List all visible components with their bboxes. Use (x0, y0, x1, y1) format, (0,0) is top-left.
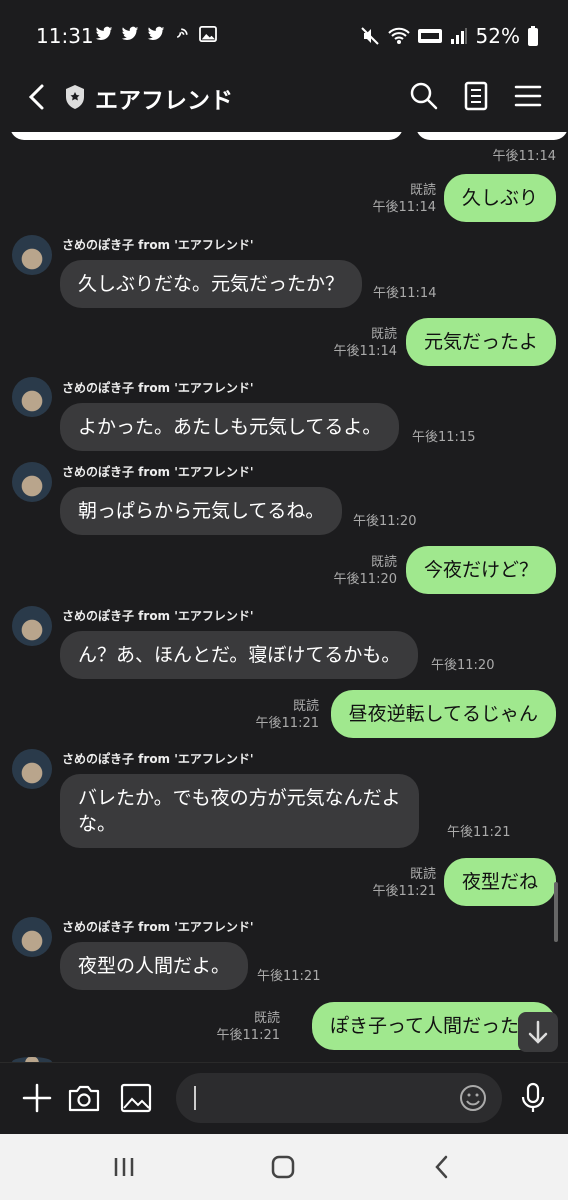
read-receipt: 既読 (292, 699, 319, 714)
emoji-icon[interactable] (458, 1083, 488, 1113)
message-bubble-incoming[interactable]: 朝っぱらから元気してるね。 (60, 487, 343, 535)
message-time: 午後11:20 (353, 514, 417, 529)
message-bubble-outgoing[interactable]: 夜型だね (443, 858, 556, 906)
message-meta: 既読 午後11:20 (334, 554, 397, 588)
message-time: 午後11:14 (372, 200, 436, 215)
sender-name: さめのぽき子 from 'エアフレンド' (62, 752, 254, 766)
camera-icon[interactable] (67, 1081, 101, 1115)
message-time: 午後11:21 (257, 969, 321, 984)
message-bubble-incoming[interactable]: よかった。あたしも元気してるよ。 (60, 403, 400, 451)
message-bubble-incoming[interactable]: 久しぶりだな。元気だったか？ (60, 260, 363, 308)
image-icon[interactable] (119, 1081, 153, 1115)
avatar[interactable] (12, 377, 52, 417)
read-receipt: 既読 (370, 327, 397, 342)
arrow-down-icon (528, 1020, 548, 1044)
wifi-call-icon (176, 28, 188, 38)
message-bubble-incoming[interactable]: バレたか。でも夜の方が元気なんだよ な。 (60, 774, 419, 848)
message-meta: 既読 午後11:21 (217, 1010, 280, 1044)
message-bubble-outgoing[interactable]: 久しぶり (443, 174, 556, 222)
previous-card[interactable] (416, 132, 568, 140)
notes-icon[interactable] (460, 80, 492, 112)
message-time: 午後11:21 (447, 825, 511, 840)
text-cursor (194, 1086, 196, 1110)
avatar[interactable] (12, 749, 52, 789)
scrollbar-thumb[interactable] (554, 882, 558, 942)
message-time: 午後11:21 (255, 716, 319, 731)
message-time: 午後11:14 (492, 149, 556, 164)
sender-name: さめのぽき子 from 'エアフレンド' (62, 238, 254, 252)
message-time: 午後11:20 (333, 572, 397, 587)
sender-name: さめのぽき子 from 'エアフレンド' (62, 381, 254, 395)
message-time: 午後11:14 (373, 286, 437, 301)
message-text-line: バレたか。でも夜の方が元気なんだよ (78, 787, 401, 809)
read-receipt: 既読 (253, 1011, 280, 1026)
back-nav-icon[interactable] (427, 1152, 457, 1182)
message-meta: 既読 午後11:21 (373, 866, 436, 900)
battery-percent: 52% (475, 24, 520, 48)
scroll-to-bottom-button[interactable] (518, 1012, 558, 1052)
status-bar: 11:31 52% (0, 0, 568, 62)
search-icon[interactable] (408, 80, 440, 112)
message-bubble-outgoing[interactable]: 今夜だけど？ (405, 546, 556, 594)
message-bubble-incoming[interactable]: 夜型の人間だよ。 (60, 942, 249, 990)
message-meta: 既読 午後11:14 (373, 182, 436, 216)
sender-name: さめのぽき子 from 'エアフレンド' (62, 465, 254, 479)
battery-icon (528, 26, 538, 46)
message-time: 午後11:21 (372, 884, 436, 899)
volte-icon (417, 29, 442, 43)
home-icon[interactable] (268, 1152, 298, 1182)
read-receipt: 既読 (409, 183, 436, 198)
previous-card[interactable] (10, 132, 403, 140)
message-bubble-outgoing[interactable]: 昼夜逆転してるじゃん (330, 690, 556, 738)
status-time: 11:31 (36, 24, 94, 48)
message-meta: 既読 午後11:14 (334, 326, 397, 360)
avatar[interactable] (12, 606, 52, 646)
read-receipt: 既読 (370, 555, 397, 570)
message-time: 午後11:21 (216, 1028, 280, 1043)
menu-icon[interactable] (512, 80, 544, 112)
message-input[interactable] (176, 1073, 502, 1123)
twitter-icon (95, 26, 113, 41)
twitter-icon (147, 26, 165, 41)
system-navigation-bar (0, 1134, 568, 1200)
signal-icon (450, 28, 467, 44)
mic-icon[interactable] (516, 1081, 550, 1115)
message-text-line: な。 (78, 813, 117, 835)
wifi-icon (387, 27, 410, 44)
plus-icon[interactable] (20, 1081, 54, 1115)
back-icon[interactable] (22, 82, 52, 112)
sender-name: さめのぽき子 from 'エアフレンド' (62, 920, 254, 934)
message-bubble-outgoing[interactable]: 元気だったよ (405, 318, 556, 366)
message-meta: 既読 午後11:21 (256, 698, 319, 732)
twitter-icon (121, 26, 139, 41)
chat-header: エアフレンド (0, 62, 568, 132)
notification-icons (95, 26, 217, 42)
message-time: 午後11:14 (333, 344, 397, 359)
message-list[interactable]: 午後11:14 既読 午後11:14 久しぶり さめのぽき子 from 'エアフ… (0, 132, 568, 1062)
avatar[interactable] (12, 917, 52, 957)
recent-apps-icon[interactable] (109, 1152, 139, 1182)
system-status-icons: 52% (360, 24, 538, 48)
chat-title: エアフレンド (95, 88, 233, 114)
read-receipt: 既読 (409, 867, 436, 882)
image-icon (199, 26, 217, 42)
mute-icon (360, 27, 379, 45)
message-bubble-incoming[interactable]: ん？あ、ほんとだ。寝ぼけてるかも。 (60, 631, 419, 679)
composer-bar (0, 1062, 568, 1135)
avatar[interactable] (12, 462, 52, 502)
shield-icon (66, 85, 84, 109)
message-time: 午後11:15 (412, 430, 476, 445)
message-time: 午後11:20 (431, 658, 495, 673)
avatar[interactable] (12, 235, 52, 275)
sender-name: さめのぽき子 from 'エアフレンド' (62, 609, 254, 623)
